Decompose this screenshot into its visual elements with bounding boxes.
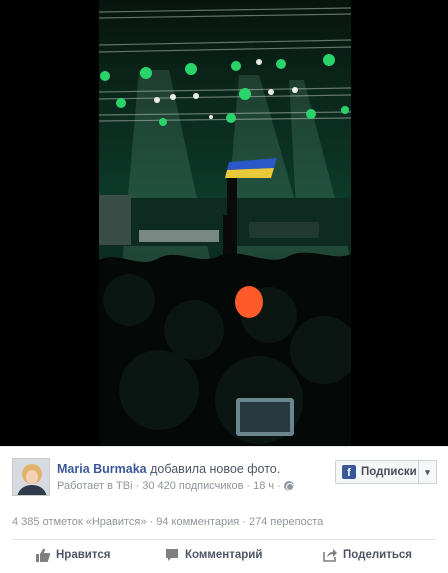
globe-icon[interactable] <box>283 481 294 491</box>
comment-label: Комментарий <box>185 549 263 561</box>
chevron-down-icon[interactable]: ▾ <box>418 461 436 483</box>
post-time[interactable]: 18 ч <box>253 480 274 492</box>
like-button[interactable]: Нравится <box>36 545 110 565</box>
author-name-link[interactable]: Maria Burmaka <box>57 462 147 476</box>
concert-photo[interactable] <box>99 0 351 446</box>
post-action-text: добавила новое фото. <box>150 462 281 476</box>
avatar[interactable] <box>12 458 50 496</box>
post-stats[interactable]: 4 385 отметок «Нравится» · 94 комментари… <box>12 516 323 528</box>
workplace-text[interactable]: Работает в TBi <box>57 480 133 492</box>
thumbs-up-icon <box>36 548 50 562</box>
share-button[interactable]: Поделиться <box>323 545 412 565</box>
post-headline: Maria Burmaka добавила новое фото. <box>57 462 280 476</box>
subscribe-label: Подписки <box>361 466 417 478</box>
like-label: Нравится <box>56 549 111 561</box>
meta-separator: · <box>135 480 140 492</box>
share-icon <box>323 549 337 562</box>
subscribers-count[interactable]: 30 420 подписчиков <box>142 480 243 492</box>
comment-icon <box>166 549 178 561</box>
avatar-image <box>13 459 49 495</box>
comment-button[interactable]: Комментарий <box>165 545 262 565</box>
photo-frame[interactable] <box>0 0 448 446</box>
share-label: Поделиться <box>343 549 413 561</box>
facebook-icon: f <box>342 465 356 479</box>
meta-separator: · <box>277 480 281 492</box>
post-actions: Нравится Комментарий Поделиться <box>0 545 448 569</box>
meta-separator: · <box>246 480 251 492</box>
subscribe-button[interactable]: f Подписки ▾ <box>335 460 437 484</box>
post-card: Maria Burmaka добавила новое фото. Работ… <box>0 446 448 573</box>
post-meta: Работает в TBi · 30 420 подписчиков · 18… <box>57 480 294 492</box>
concert-photo-image <box>99 7 351 446</box>
divider <box>12 539 436 540</box>
